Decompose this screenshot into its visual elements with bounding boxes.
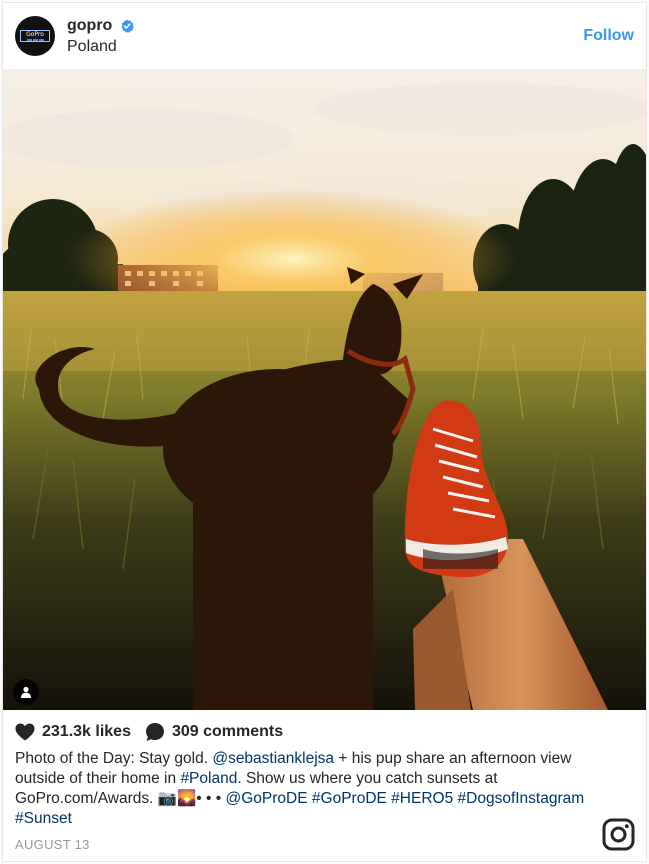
likes-count: 231.3k likes xyxy=(42,723,131,740)
avatar[interactable]: GoPro xyxy=(15,16,55,56)
post-header: GoPro gopro Poland Follow xyxy=(3,3,646,69)
verified-badge-icon xyxy=(121,19,134,33)
gopro-logo-icon: GoPro xyxy=(20,30,50,42)
hashtag-link[interactable]: #DogsofInstagram xyxy=(458,790,585,807)
mention-link[interactable]: @sebastianklejsa xyxy=(212,750,334,767)
post-caption: Photo of the Day: Stay gold. @sebastiank… xyxy=(15,749,615,829)
hashtag-link[interactable]: #Sunset xyxy=(15,810,72,827)
comment-icon xyxy=(145,723,164,741)
likes-stat[interactable]: 231.3k likes xyxy=(15,723,131,741)
hashtag-link[interactable]: #GoProDE xyxy=(312,790,387,807)
post-date[interactable]: AUGUST 13 xyxy=(15,837,90,852)
follow-button[interactable]: Follow xyxy=(583,27,634,45)
hashtag-link[interactable]: #Poland xyxy=(180,770,237,787)
hashtag-link[interactable]: #HERO5 xyxy=(391,790,453,807)
comments-stat[interactable]: 309 comments xyxy=(145,722,283,742)
mention-link[interactable]: @GoProDE xyxy=(226,790,308,807)
sunset-dog-photo xyxy=(3,69,646,710)
avatar-logo-text: GoPro xyxy=(26,30,44,38)
post-location[interactable]: Poland xyxy=(67,38,117,56)
user-tag-icon[interactable] xyxy=(13,679,39,705)
instagram-embed-card: GoPro gopro Poland Follow 231.3k likes 3… xyxy=(2,2,647,862)
username[interactable]: gopro xyxy=(67,17,112,35)
caption-text: Photo of the Day: Stay gold. xyxy=(15,750,213,767)
post-stats: 231.3k likes 309 comments xyxy=(15,721,297,743)
instagram-logo-icon[interactable] xyxy=(602,818,635,851)
post-photo[interactable] xyxy=(3,69,646,710)
comments-count: 309 comments xyxy=(171,723,284,740)
heart-icon xyxy=(15,723,35,741)
